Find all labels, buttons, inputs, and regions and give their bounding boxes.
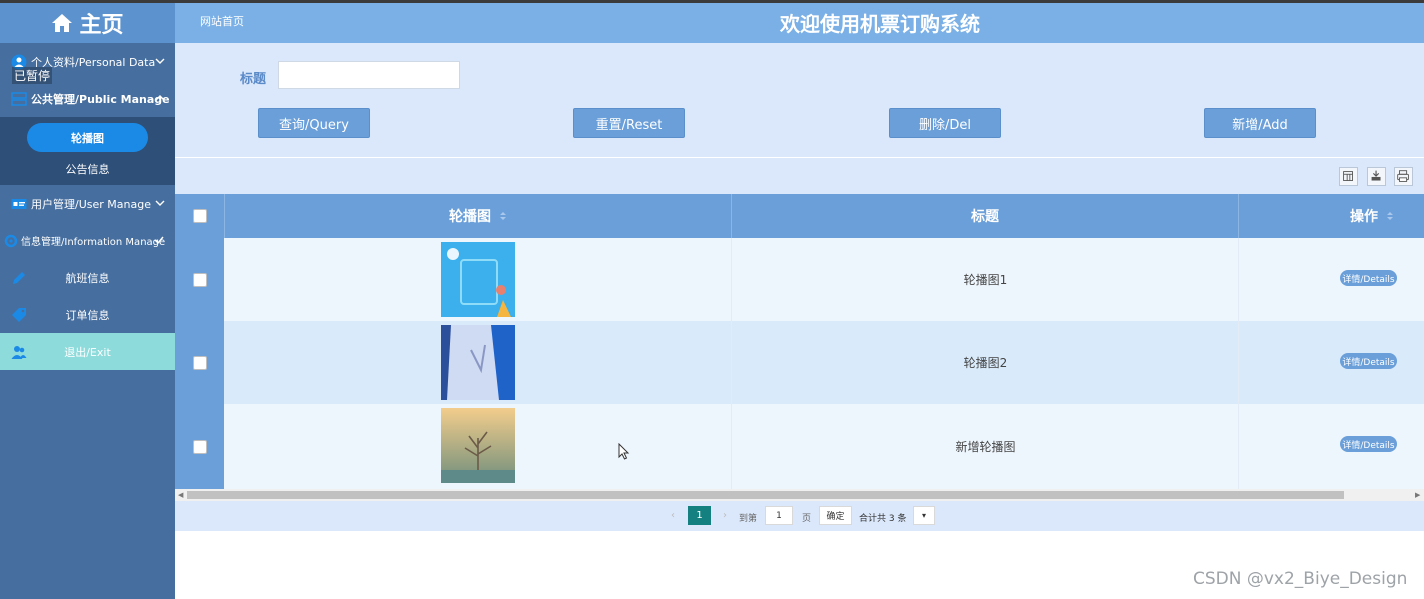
home-icon: [52, 14, 73, 32]
page-title: 欢迎使用机票订购系统: [780, 12, 980, 36]
column-separator: [1238, 404, 1239, 489]
carousel-thumbnail[interactable]: [441, 408, 515, 483]
search-label: 标题: [240, 72, 267, 87]
sidebar-item-exit[interactable]: 退出/Exit: [0, 333, 175, 370]
reset-button[interactable]: 重置/Reset: [573, 108, 685, 138]
sidebar-item-public-manage[interactable]: 公共管理/Public Manage: [0, 80, 175, 117]
breadcrumb-home[interactable]: 网站首页: [200, 13, 244, 29]
goto-label: 到第: [739, 514, 758, 524]
row-checkbox[interactable]: [192, 355, 207, 370]
sidebar-item-label: 公共管理/Public Manage: [31, 92, 170, 106]
page-size-select[interactable]: ▾: [913, 506, 935, 525]
sidebar-item-label: 信息管理/Information Manage: [21, 237, 166, 248]
sidebar-item-label: 航班信息: [65, 271, 110, 285]
sort-icon: [1387, 212, 1393, 220]
details-button[interactable]: 详情/Details: [1340, 353, 1397, 369]
query-button[interactable]: 查询/Query: [258, 108, 370, 138]
sidebar-item-information-manage[interactable]: 信息管理/Information Manage: [0, 222, 175, 259]
mouse-cursor-icon: [618, 443, 630, 460]
row-checkbox[interactable]: [192, 439, 207, 454]
search-input[interactable]: [278, 61, 460, 89]
goto-page-input[interactable]: 1: [765, 506, 793, 525]
sidebar-item-label: 退出/Exit: [64, 345, 111, 359]
details-button[interactable]: 详情/Details: [1340, 436, 1397, 452]
table-row: 轮播图1 详情/Details: [175, 238, 1424, 321]
column-header-actions[interactable]: 操作: [1239, 194, 1424, 238]
sidebar-submenu-public: 轮播图 公告信息: [0, 117, 175, 185]
details-button[interactable]: 详情/Details: [1340, 270, 1397, 286]
row-checkbox-cell: [175, 321, 224, 404]
sidebar-item-user-manage[interactable]: 用户管理/User Manage: [0, 185, 175, 222]
scrollbar-thumb[interactable]: [187, 491, 1344, 499]
table-header: 轮播图 标题 操作: [175, 194, 1424, 238]
row-checkbox-cell: [175, 404, 224, 489]
pagination: ‹ 1 › 到第 1 页 确定 合计共 3 条 ▾: [175, 501, 1424, 531]
check-icon: [154, 236, 164, 245]
columns-icon: [1343, 171, 1353, 181]
gear-icon: [4, 234, 18, 247]
select-all-cell: [175, 194, 225, 238]
sidebar-item-flight-info[interactable]: 航班信息: [0, 259, 175, 296]
sidebar-item-label: 订单信息: [65, 308, 110, 322]
top-header: 主页 网站首页 欢迎使用机票订购系统: [0, 0, 1424, 43]
search-panel: 标题 查询/Query 重置/Reset 删除/Del 新增/Add: [175, 43, 1424, 157]
horizontal-scrollbar[interactable]: ◀ ▶: [175, 489, 1424, 501]
columns-button[interactable]: [1339, 167, 1358, 186]
home-link[interactable]: 主页: [0, 3, 175, 43]
id-card-icon: [11, 198, 27, 209]
chevron-down-icon: [155, 58, 165, 64]
server-icon: [11, 91, 27, 106]
column-header-label: 标题: [971, 209, 999, 225]
column-header-title: 标题: [732, 194, 1239, 238]
page-number-current[interactable]: 1: [688, 506, 711, 525]
table-row: 新增轮播图 详情/Details: [175, 404, 1424, 489]
print-button[interactable]: [1394, 167, 1413, 186]
delete-button[interactable]: 删除/Del: [889, 108, 1001, 138]
column-header-label: 轮播图: [449, 209, 491, 225]
chevron-down-icon: [155, 200, 165, 206]
scroll-left-icon[interactable]: ◀: [178, 491, 183, 499]
sidebar-subitem-notice[interactable]: 公告信息: [0, 161, 175, 177]
sort-icon: [500, 212, 506, 220]
total-count: 合计共 3 条: [859, 514, 907, 524]
sidebar: 个人资料/Personal Data 公共管理/Public Manage 轮播…: [0, 43, 175, 599]
next-page-button[interactable]: ›: [723, 510, 727, 521]
column-separator: [1238, 238, 1239, 321]
row-title: 轮播图1: [963, 273, 1008, 287]
row-checkbox[interactable]: [192, 272, 207, 287]
sidebar-subitem-carousel[interactable]: 轮播图: [27, 123, 148, 152]
watermark: CSDN @vx2_Biye_Design: [1193, 569, 1408, 589]
carousel-thumbnail[interactable]: [441, 242, 515, 317]
chevron-up-icon: [155, 95, 165, 101]
sidebar-item-order-info[interactable]: 订单信息: [0, 296, 175, 333]
table-toolbar: [175, 158, 1424, 194]
column-header-image[interactable]: 轮播图: [225, 194, 732, 238]
paused-overlay-text: 已暂停: [12, 67, 53, 84]
export-button[interactable]: [1367, 167, 1386, 186]
page-unit-label: 页: [802, 514, 812, 524]
row-title: 轮播图2: [963, 356, 1008, 370]
scroll-right-icon[interactable]: ▶: [1415, 491, 1420, 499]
carousel-thumbnail[interactable]: [441, 325, 515, 400]
column-header-label: 操作: [1350, 209, 1378, 225]
sidebar-item-label: 用户管理/User Manage: [31, 197, 151, 211]
table-row: 轮播图2 详情/Details: [175, 321, 1424, 404]
add-button[interactable]: 新增/Add: [1204, 108, 1316, 138]
select-all-checkbox[interactable]: [192, 209, 207, 223]
export-icon: [1371, 170, 1381, 181]
row-checkbox-cell: [175, 238, 224, 321]
column-separator: [1238, 321, 1239, 404]
main-content: 标题 查询/Query 重置/Reset 删除/Del 新增/Add 轮播图 标…: [175, 43, 1424, 599]
row-title: 新增轮播图: [955, 440, 1016, 454]
brand-label: 主页: [79, 13, 124, 38]
prev-page-button[interactable]: ‹: [671, 510, 675, 521]
goto-confirm-button[interactable]: 确定: [819, 506, 852, 525]
print-icon: [1397, 170, 1409, 182]
